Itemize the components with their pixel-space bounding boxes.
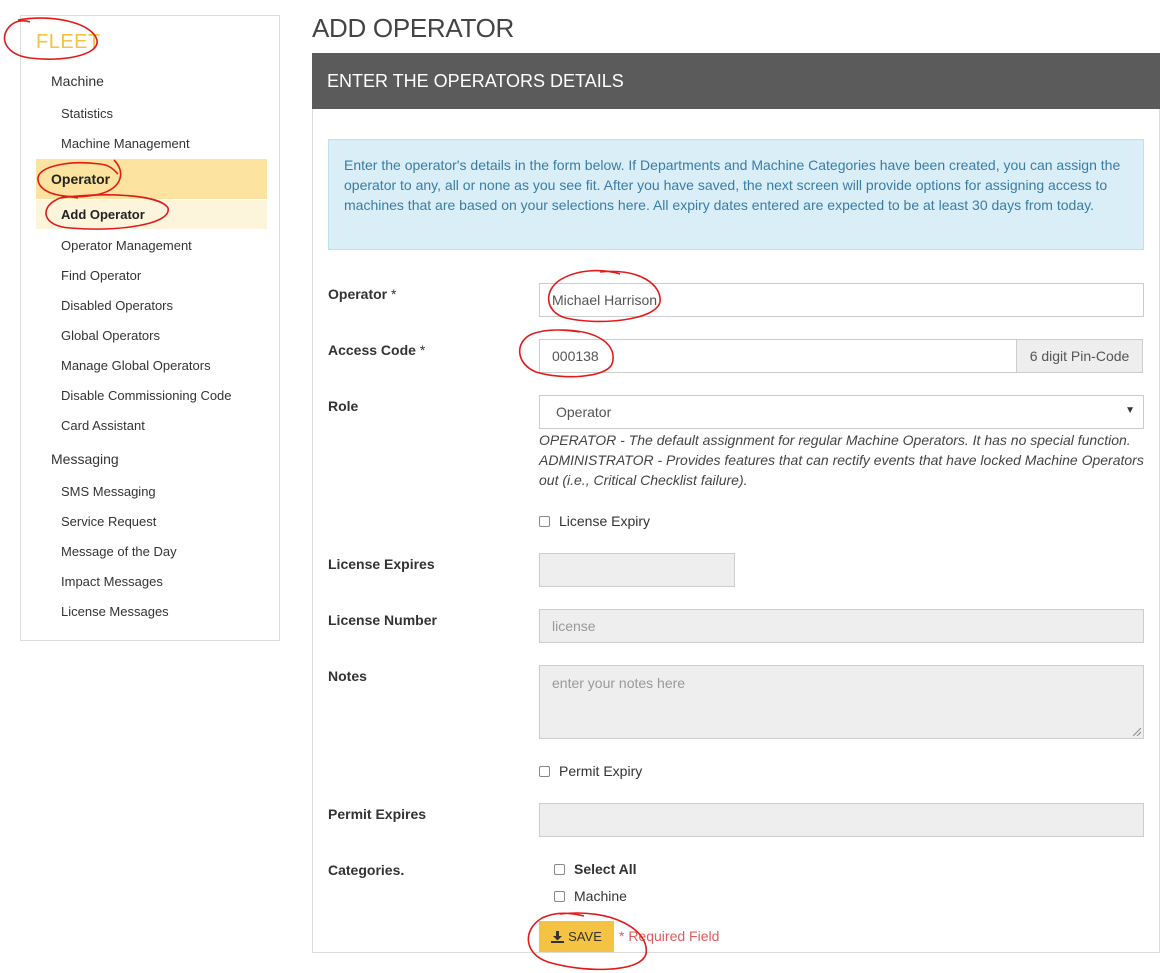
license-number-label: License Number xyxy=(328,612,437,628)
sidebar-item-statistics[interactable]: Statistics xyxy=(61,106,113,121)
notes-label: Notes xyxy=(328,668,367,684)
license-expires-label: License Expires xyxy=(328,556,435,572)
license-expiry-checkbox[interactable] xyxy=(539,515,550,527)
select-all-checkbox[interactable] xyxy=(554,863,565,875)
sidebar-item-find-operator[interactable]: Find Operator xyxy=(61,268,141,283)
access-code-label-text: Access Code xyxy=(328,342,416,358)
sidebar-item-add-operator[interactable]: Add Operator xyxy=(36,200,267,229)
permit-expiry-checkbox[interactable] xyxy=(539,765,550,777)
operator-label-text: Operator xyxy=(328,286,388,302)
required-asterisk: * xyxy=(419,342,426,358)
sidebar-item-machine-management[interactable]: Machine Management xyxy=(61,136,190,151)
sidebar-item-global-operators[interactable]: Global Operators xyxy=(61,328,160,343)
license-expires-input[interactable] xyxy=(539,553,735,587)
license-expiry-checkbox-label: License Expiry xyxy=(559,513,651,529)
sidebar-item-operator-management[interactable]: Operator Management xyxy=(61,238,192,253)
sidebar-item-sms-messaging[interactable]: SMS Messaging xyxy=(61,484,156,499)
sidebar-section-messaging[interactable]: Messaging xyxy=(51,451,119,467)
permit-expiry-toggle[interactable]: Permit Expiry xyxy=(539,763,642,779)
license-expiry-toggle[interactable]: License Expiry xyxy=(539,513,650,529)
sidebar-section-machine[interactable]: Machine xyxy=(51,73,104,89)
sidebar-item-service-request[interactable]: Service Request xyxy=(61,514,156,529)
category-machine-label: Machine xyxy=(574,888,627,904)
required-field-note: * Required Field xyxy=(619,928,720,944)
permit-expires-input[interactable] xyxy=(539,803,1144,837)
role-select-value: Operator xyxy=(556,404,612,420)
resize-handle-icon[interactable] xyxy=(1133,728,1141,736)
info-alert: Enter the operator's details in the form… xyxy=(328,139,1144,250)
sidebar-item-disable-commissioning-code[interactable]: Disable Commissioning Code xyxy=(61,388,232,403)
access-code-input[interactable]: 000138 xyxy=(539,339,1017,373)
sidebar: FLEET Machine Statistics Machine Managem… xyxy=(20,15,280,641)
save-button-label: SAVE xyxy=(568,929,602,944)
select-all-label: Select All xyxy=(574,861,637,877)
sidebar-item-message-of-the-day[interactable]: Message of the Day xyxy=(61,544,177,559)
sidebar-item-add-operator-label: Add Operator xyxy=(61,207,145,222)
access-code-label: Access Code * xyxy=(328,342,425,358)
access-code-value: 000138 xyxy=(552,348,599,364)
pin-code-addon: 6 digit Pin-Code xyxy=(1016,339,1143,373)
license-number-placeholder: license xyxy=(552,618,596,634)
category-machine-toggle[interactable]: Machine xyxy=(554,888,627,904)
sidebar-section-operator[interactable]: Operator xyxy=(36,159,267,199)
sidebar-item-manage-global-operators[interactable]: Manage Global Operators xyxy=(61,358,211,373)
sidebar-item-impact-messages[interactable]: Impact Messages xyxy=(61,574,163,589)
operator-label: Operator * xyxy=(328,286,396,302)
sidebar-item-card-assistant[interactable]: Card Assistant xyxy=(61,418,145,433)
panel-header: ENTER THE OPERATORS DETAILS xyxy=(312,53,1160,109)
select-all-toggle[interactable]: Select All xyxy=(554,861,637,877)
sidebar-item-license-messages[interactable]: License Messages xyxy=(61,604,169,619)
sidebar-section-operator-label: Operator xyxy=(51,171,111,187)
notes-placeholder: enter your notes here xyxy=(552,675,686,691)
notes-textarea[interactable]: enter your notes here xyxy=(539,665,1144,739)
page-title: ADD OPERATOR xyxy=(312,13,515,43)
operator-name-value: Michael Harrison xyxy=(552,292,658,308)
panel-title: ENTER THE OPERATORS DETAILS xyxy=(327,71,624,91)
brand-logo[interactable]: FLEET xyxy=(36,31,101,54)
caret-down-icon: ▼ xyxy=(1125,405,1135,416)
category-machine-checkbox[interactable] xyxy=(554,890,565,902)
categories-label: Categories. xyxy=(328,862,405,878)
sidebar-item-disabled-operators[interactable]: Disabled Operators xyxy=(61,298,173,313)
role-select[interactable]: Operator ▼ xyxy=(539,395,1144,429)
role-label: Role xyxy=(328,398,359,414)
role-help-text: OPERATOR - The default assignment for re… xyxy=(539,432,1144,488)
permit-expires-label: Permit Expires xyxy=(328,806,427,822)
permit-expiry-checkbox-label: Permit Expiry xyxy=(559,763,643,779)
operator-name-input[interactable]: Michael Harrison xyxy=(539,283,1144,317)
save-button[interactable]: SAVE xyxy=(539,921,614,952)
download-icon xyxy=(551,930,565,943)
license-number-input[interactable]: license xyxy=(539,609,1144,643)
required-asterisk: * xyxy=(391,286,397,302)
